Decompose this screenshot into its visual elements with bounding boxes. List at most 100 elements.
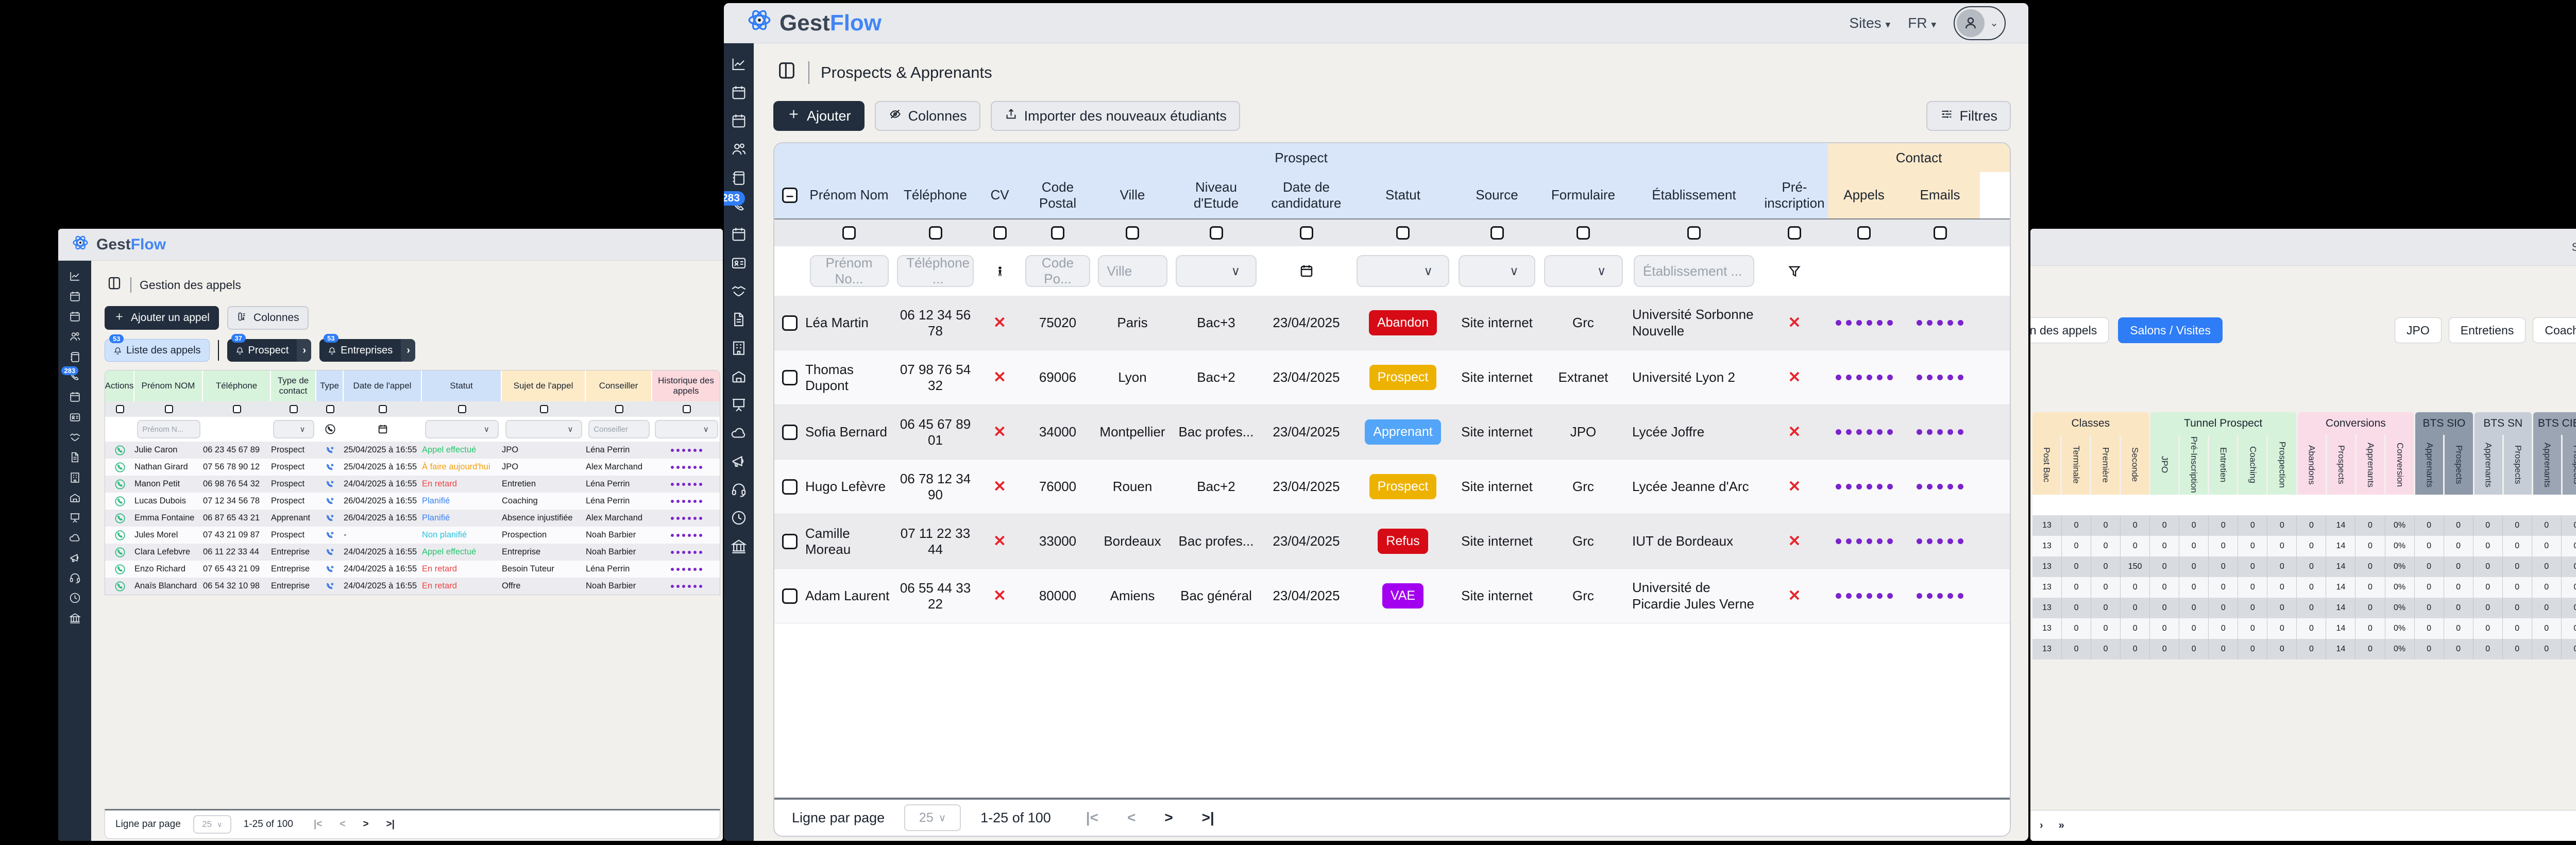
users-icon[interactable] [69, 330, 81, 343]
prev-page-button[interactable]: < [340, 819, 345, 830]
call-action-icon[interactable] [114, 581, 126, 592]
row-checkbox[interactable] [782, 425, 798, 440]
user-menu[interactable]: ⌄ [1954, 6, 2006, 40]
column-filter-checkbox[interactable] [458, 405, 466, 413]
calendar-icon[interactable] [69, 391, 81, 403]
import-students-button[interactable]: Importer des nouveaux étudiants [991, 101, 1240, 131]
column-filter-checkbox[interactable] [379, 405, 387, 413]
phone-icon[interactable]: 283 [69, 370, 81, 383]
column-filter-checkbox[interactable] [290, 405, 298, 413]
document-icon[interactable] [730, 311, 748, 328]
building-icon[interactable] [730, 339, 748, 357]
filter-source-select[interactable]: ∨ [1459, 255, 1535, 287]
quick-filter-entretiens[interactable]: Entretiens [2449, 317, 2526, 343]
clock-icon[interactable] [69, 592, 81, 604]
column-filter-checkbox[interactable] [1396, 226, 1410, 240]
filter-history-select[interactable]: ∨ [655, 420, 718, 438]
presentation-icon[interactable] [69, 511, 81, 524]
column-filter-checkbox[interactable] [1857, 226, 1871, 240]
date-filter-icon[interactable] [1261, 263, 1351, 279]
funnel-filter-icon[interactable] [1761, 264, 1828, 278]
row-checkbox[interactable] [782, 370, 798, 385]
column-filter-checkbox[interactable] [1051, 226, 1064, 240]
call-action-icon[interactable] [114, 479, 126, 490]
table-row[interactable]: Léa Martin06 12 34 56 78✕75020ParisBac+3… [774, 296, 2010, 350]
rows-per-page-select[interactable]: 25∨ [904, 804, 961, 831]
cloud-icon[interactable] [69, 531, 81, 544]
column-filter-checkbox[interactable] [1300, 226, 1313, 240]
language-menu[interactable]: FR ▾ [1908, 15, 1936, 31]
calendar-icon[interactable] [69, 310, 81, 323]
next-page-button[interactable]: > [1164, 809, 1173, 826]
calendar-icon[interactable] [730, 112, 748, 130]
columns-button[interactable]: Colonnes [875, 101, 980, 131]
table-row[interactable]: Sofia Bernard06 45 67 89 01✕34000Montpel… [774, 405, 2010, 460]
select-all-checkbox[interactable]: – [782, 188, 798, 203]
phone-icon[interactable]: 283 [730, 197, 748, 215]
filter-conseiller-input[interactable]: Conseiller [588, 420, 650, 438]
headset-icon[interactable] [69, 571, 81, 584]
tab-liste-des-appels[interactable]: 53Liste des appels [105, 339, 210, 362]
cloud-icon[interactable] [730, 424, 748, 442]
table-row[interactable]: Lucas Dubois07 12 34 56 78Prospect26/04/… [105, 493, 720, 510]
column-filter-checkbox[interactable] [929, 226, 942, 240]
column-filter-checkbox[interactable] [1934, 226, 1947, 240]
headset-icon[interactable] [730, 481, 748, 498]
calendar-icon[interactable] [730, 226, 748, 243]
table-row[interactable]: Thomas Dupont07 98 76 54 32✕69006LyonBac… [774, 350, 2010, 405]
column-filter-checkbox[interactable] [1210, 226, 1223, 240]
column-filter-checkbox[interactable] [1577, 226, 1590, 240]
row-checkbox[interactable] [782, 315, 798, 331]
phone-filter-icon[interactable] [325, 424, 336, 435]
filter-level-select[interactable]: ∨ [1176, 255, 1257, 287]
column-filter-checkbox[interactable] [1687, 226, 1701, 240]
filter-city-input[interactable]: Ville [1098, 255, 1167, 287]
filter-school-input[interactable]: Établissement ... [1634, 255, 1754, 287]
bank-icon[interactable] [730, 537, 748, 555]
filter-form-select[interactable]: ∨ [1544, 255, 1623, 287]
call-action-icon[interactable] [114, 547, 126, 558]
row-checkbox[interactable] [782, 479, 798, 495]
calendar-icon[interactable] [69, 290, 81, 303]
table-row[interactable]: Julie Caron06 23 45 67 89Prospect25/04/2… [105, 442, 720, 459]
column-filter-checkbox[interactable] [116, 405, 124, 413]
columns-button[interactable]: Colonnes [227, 306, 309, 330]
add-call-button[interactable]: Ajouter un appel [105, 306, 219, 330]
megaphone-icon[interactable] [730, 452, 748, 470]
column-filter-checkbox[interactable] [993, 226, 1007, 240]
table-row[interactable]: Jules Morel07 43 21 09 87Prospect-Non pl… [105, 527, 720, 544]
building-icon[interactable] [69, 471, 81, 484]
tab-stion-des-appels[interactable]: stion des appels [2030, 317, 2109, 343]
first-page-button[interactable]: |< [1086, 809, 1098, 826]
cv-filter-icon[interactable] [978, 264, 1022, 278]
table-row[interactable]: Manon Petit06 98 76 54 32Prospect24/04/2… [105, 476, 720, 493]
presentation-icon[interactable] [730, 396, 748, 413]
id-card-icon[interactable] [69, 411, 81, 424]
filter-contact-type-select[interactable]: ∨ [273, 420, 315, 438]
quick-filter-jpo[interactable]: JPO [2395, 317, 2442, 343]
filter-phone-input[interactable]: Téléphone ... [897, 255, 974, 287]
next-page-button[interactable]: > [363, 819, 368, 830]
bank-icon[interactable] [69, 612, 81, 624]
next-page-button[interactable]: › [2040, 820, 2043, 832]
table-row[interactable]: Camille Moreau07 11 22 33 44✕33000Bordea… [774, 514, 2010, 569]
line-chart-icon[interactable] [69, 270, 81, 283]
quick-filter-coaching[interactable]: Coaching [2533, 317, 2576, 343]
call-action-icon[interactable] [114, 513, 126, 524]
sites-menu[interactable]: Sites ▾ [1849, 15, 1890, 31]
school-icon[interactable] [730, 367, 748, 385]
column-filter-checkbox[interactable] [615, 405, 623, 413]
last-page-button[interactable]: >| [1202, 809, 1214, 826]
filters-button[interactable]: Filtres [1926, 101, 2011, 131]
first-page-button[interactable]: |< [314, 819, 322, 830]
table-row[interactable]: Adam Laurent06 55 44 33 22✕80000AmiensBa… [774, 569, 2010, 623]
table-row[interactable]: Anaïs Blanchard06 54 32 10 98Entreprise2… [105, 578, 720, 595]
call-action-icon[interactable] [114, 445, 126, 456]
panel-toggle-icon[interactable] [776, 60, 797, 86]
column-filter-checkbox[interactable] [1490, 226, 1504, 240]
table-row[interactable]: Hugo Lefèvre06 78 12 34 90✕76000RouenBac… [774, 460, 2010, 514]
panel-toggle-icon[interactable] [107, 275, 122, 295]
call-action-icon[interactable] [114, 530, 126, 541]
megaphone-icon[interactable] [69, 551, 81, 564]
date-filter-icon[interactable] [377, 424, 388, 435]
